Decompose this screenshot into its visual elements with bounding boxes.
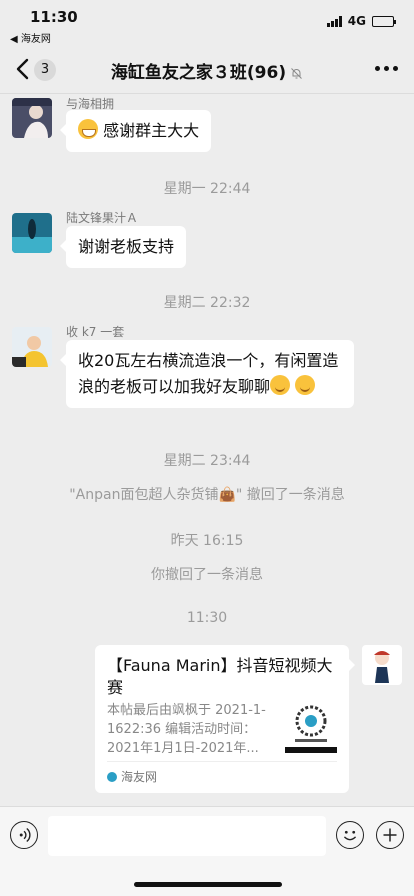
sender-avatar[interactable] — [12, 98, 52, 138]
link-card-message[interactable]: 【Fauna Marin】抖音短视频大赛 本帖最后由飒枫于 2021-1-162… — [95, 645, 355, 793]
grinning-emoji-icon — [78, 119, 98, 139]
chat-header: 3 海缸鱼友之家３班(96) — [0, 44, 414, 94]
status-indicators: 4G — [326, 14, 396, 28]
sender-name: 陆文锋果汁Ａ — [66, 211, 139, 225]
message-text: 谢谢老板支持 — [78, 237, 175, 256]
status-time: 11:30 — [30, 8, 78, 26]
card-title: 【Fauna Marin】抖音短视频大赛 — [107, 656, 333, 697]
timestamp: 星期二 22:32 — [163, 295, 251, 311]
message-item: 与海相拥 感谢群主大大 — [0, 95, 414, 155]
more-options-icon[interactable] — [375, 66, 398, 71]
card-source-name: 海友网 — [121, 770, 158, 784]
message-bubble[interactable]: 谢谢老板支持 — [59, 226, 187, 268]
message-item: 陆文锋果汁Ａ 谢谢老板支持 — [0, 208, 414, 268]
card-description: 本帖最后由飒枫于 2021-1-1622:36 编辑活动时间：2021年1月1日… — [107, 703, 266, 756]
sender-name: 收 k7 一套 — [66, 325, 125, 339]
smirking-emoji-icon — [270, 375, 291, 395]
status-bar: 11:30 ◀ 海友网 4G — [0, 0, 414, 45]
timestamp: 星期一 22:44 — [163, 181, 251, 197]
my-avatar[interactable] — [362, 645, 402, 685]
smirking-emoji-icon — [295, 375, 316, 395]
back-to-app-link[interactable]: ◀ 海友网 — [10, 30, 51, 45]
timestamp: 11:30 — [186, 610, 228, 626]
home-indicator — [134, 882, 282, 887]
chat-messages[interactable]: 与海相拥 感谢群主大大 星期一 22:44 陆文锋果汁Ａ 谢谢老板支持 星期二 … — [0, 95, 414, 805]
mute-bell-icon — [291, 67, 302, 79]
network-type: 4G — [347, 14, 366, 28]
emoji-picker-icon[interactable] — [336, 821, 364, 849]
signal-icon — [326, 15, 342, 27]
message-text: 感谢群主大大 — [103, 121, 200, 140]
recall-notice-self: 你撤回了一条消息 — [151, 567, 263, 583]
timestamp: 星期二 23:44 — [163, 453, 251, 469]
more-functions-plus-icon[interactable] — [376, 821, 404, 849]
sender-avatar[interactable] — [12, 213, 52, 253]
message-bubble[interactable]: 感谢群主大大 — [59, 110, 212, 152]
timestamp: 昨天 16:15 — [170, 533, 244, 549]
card-source: 海友网 — [107, 761, 337, 785]
message-item: 收 k7 一套 收20瓦左右横流造浪一个，有闲置造浪的老板可以加我好友聊聊 — [0, 323, 414, 423]
voice-input-icon[interactable] — [10, 821, 38, 849]
recall-notice: "Anpan面包超人杂货铺👜" 撤回了一条消息 — [69, 487, 345, 503]
message-input[interactable] — [48, 816, 326, 856]
chat-title: 海缸鱼友之家３班(96) — [110, 63, 287, 83]
card-thumbnail-qr-icon — [285, 701, 337, 753]
battery-icon — [372, 15, 396, 27]
sender-avatar[interactable] — [12, 327, 52, 367]
source-logo-icon — [107, 771, 117, 782]
chat-title-wrap: 海缸鱼友之家３班(96) — [0, 58, 414, 83]
message-bubble[interactable]: 收20瓦左右横流造浪一个，有闲置造浪的老板可以加我好友聊聊 — [60, 340, 354, 408]
